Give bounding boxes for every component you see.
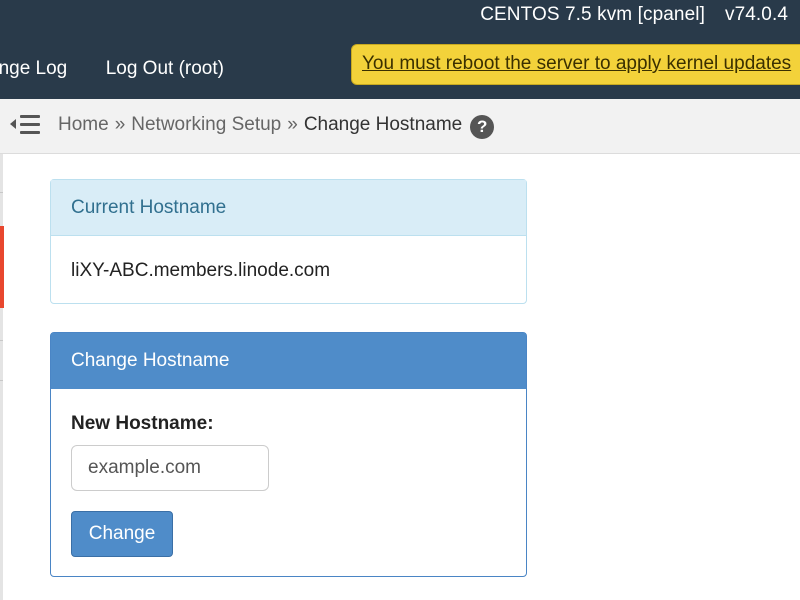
collapse-menu-icon[interactable] [10, 113, 42, 137]
sidebar-edge [0, 154, 3, 600]
sidebar-active-indicator[interactable] [0, 226, 4, 308]
breadcrumb-bar: Home» Networking Setup» Change Hostname? [0, 99, 800, 154]
breadcrumb-separator: » [114, 114, 126, 135]
top-nav: ange Log Log Out (root) [0, 58, 258, 80]
new-hostname-label: New Hostname: [71, 413, 214, 434]
current-hostname-panel: Current Hostname liXY-ABC.members.linode… [50, 179, 527, 304]
change-button[interactable]: Change [71, 511, 173, 557]
cpanel-version: v74.0.4 [724, 4, 788, 25]
server-os-label: CENTOS 7.5 kvm [cpanel] [480, 4, 705, 25]
current-hostname-value: liXY-ABC.members.linode.com [71, 260, 331, 281]
top-header: CENTOS 7.5 kvm [cpanel] v74.0.4 ange Log … [0, 0, 800, 99]
breadcrumb-networking-setup[interactable]: Networking Setup [131, 114, 281, 135]
breadcrumb: Home» Networking Setup» Change Hostname? [58, 114, 495, 139]
change-hostname-form: New Hostname: Change [51, 389, 526, 557]
change-log-link[interactable]: ange Log [0, 58, 67, 79]
sidebar-divider [0, 380, 3, 381]
breadcrumb-separator: » [287, 114, 298, 135]
reboot-notice: You must reboot the server to apply kern… [351, 44, 800, 85]
current-hostname-title: Current Hostname [51, 180, 526, 236]
new-hostname-input[interactable] [71, 445, 269, 491]
change-hostname-title: Change Hostname [51, 333, 526, 389]
page-title: Change Hostname [303, 114, 463, 135]
reboot-notice-link[interactable]: You must reboot the server to apply kern… [362, 53, 791, 74]
logout-link[interactable]: Log Out (root) [106, 58, 224, 79]
sidebar-divider [0, 192, 3, 193]
help-circle-icon[interactable]: ? [470, 115, 495, 139]
sidebar-divider [0, 340, 3, 341]
breadcrumb-home[interactable]: Home [58, 114, 109, 135]
system-info: CENTOS 7.5 kvm [cpanel] v74.0.4 [480, 4, 788, 26]
change-hostname-panel: Change Hostname New Hostname: Change [50, 332, 527, 577]
